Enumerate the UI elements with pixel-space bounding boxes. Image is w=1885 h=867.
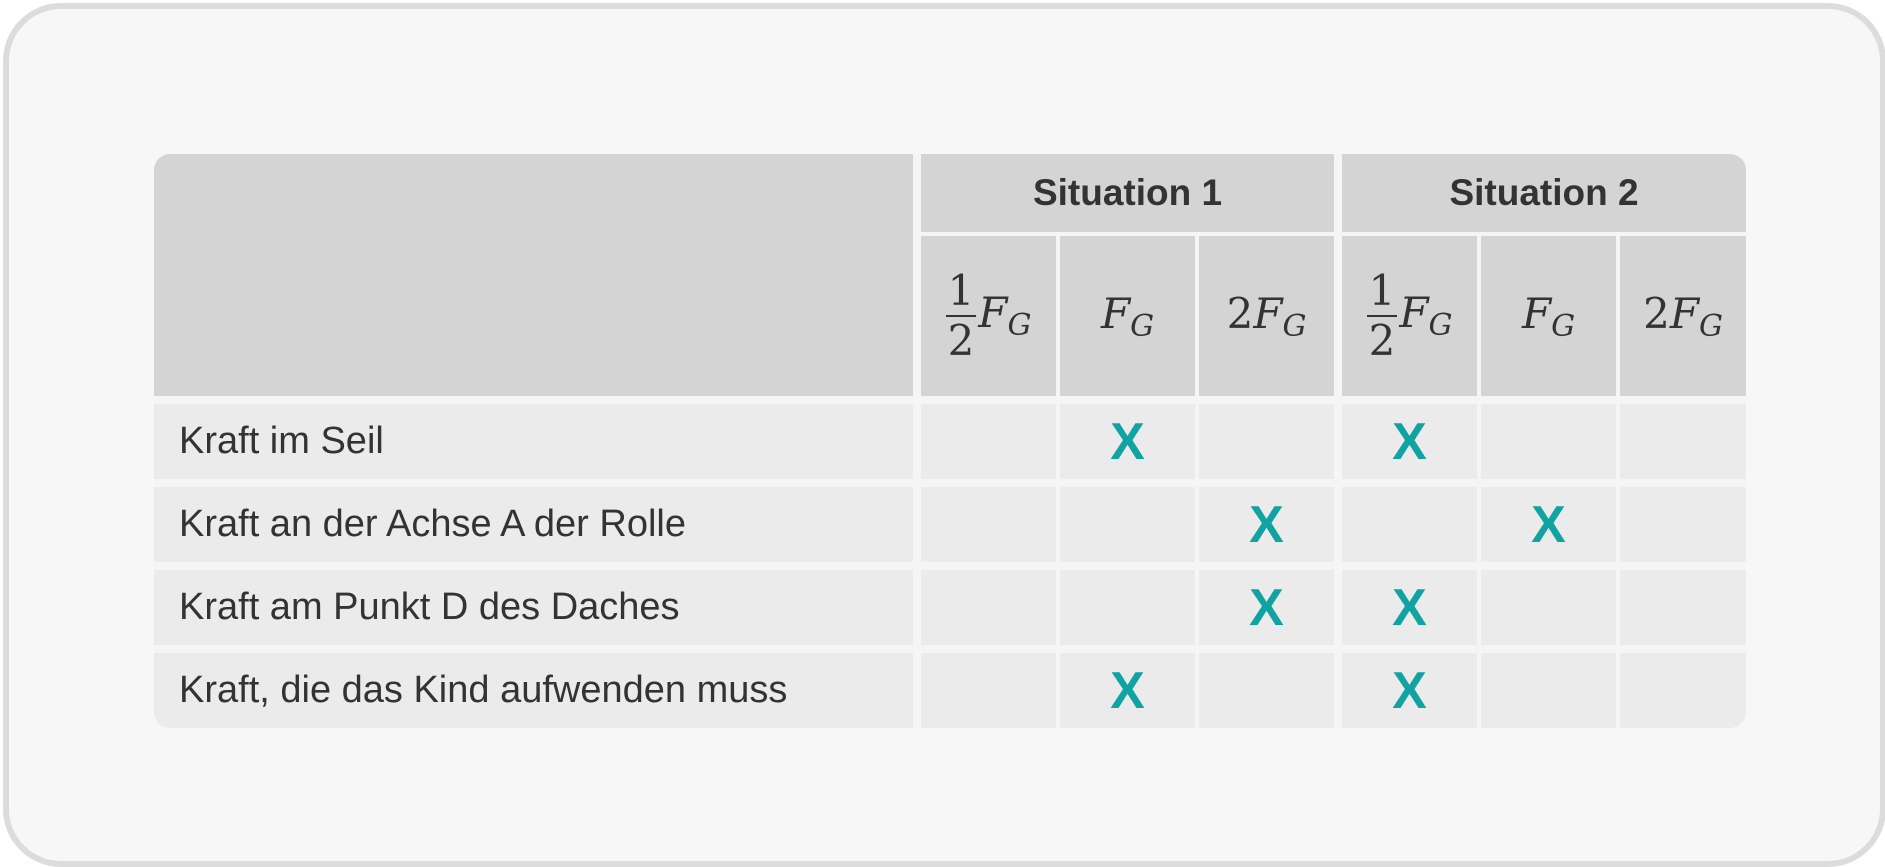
mark-cell: X [1056, 396, 1195, 479]
subscript: G [1428, 308, 1453, 343]
subscript: G [1007, 308, 1032, 343]
mark-cell: X [1334, 645, 1478, 728]
mark-cell [1195, 396, 1335, 479]
mark-cell [1616, 562, 1747, 645]
mark-cell: X [1334, 396, 1478, 479]
mark-cell: X [1195, 479, 1335, 562]
mark-cell: X [1477, 479, 1617, 562]
row-label: Kraft, die das Kind aufwenden muss [154, 645, 913, 728]
subscript: G [1130, 308, 1155, 344]
sub-header-fg: FG [1477, 232, 1617, 396]
table-row: Kraft am Punkt D des Daches X X [154, 562, 1747, 645]
mark-cell [1477, 396, 1617, 479]
table-row: Kraft, die das Kind aufwenden muss X X [154, 645, 1747, 728]
mark-cell [913, 396, 1056, 479]
fraction-denominator: 2 [947, 316, 975, 365]
subscript: G [1551, 308, 1576, 344]
variable: F [1399, 288, 1429, 337]
group-header-situation-2: Situation 2 [1334, 154, 1747, 232]
variable: F [1521, 288, 1552, 338]
mark-cell: X [1195, 562, 1335, 645]
mark-cell [1056, 479, 1195, 562]
mark-cell [913, 645, 1056, 728]
mark-cell: X [1056, 645, 1195, 728]
sub-header-fg: FG [1056, 232, 1195, 396]
header-corner [154, 154, 913, 396]
mark-cell [913, 562, 1056, 645]
fraction: 12 [945, 266, 977, 365]
sub-header-two-fg: 2FG [1616, 232, 1747, 396]
mark-cell [1616, 396, 1747, 479]
coefficient: 2 [1643, 288, 1670, 338]
table-card: Situation 1 Situation 2 1 2 FG FG 2FG 1 2 FG… [3, 3, 1885, 867]
mark-cell [913, 479, 1056, 562]
row-label: Kraft im Seil [154, 396, 913, 479]
force-table: Situation 1 Situation 2 1 2 FG FG 2FG 1 2 FG… [154, 154, 1747, 728]
variable: F [1669, 288, 1699, 338]
table-row: Kraft an der Achse A der Rolle X X [154, 479, 1747, 562]
subscript: G [1282, 308, 1307, 344]
variable: F [1253, 288, 1283, 338]
mark-cell [1616, 479, 1747, 562]
mark-cell [1616, 645, 1747, 728]
fraction-numerator: 1 [1368, 266, 1396, 315]
subscript: G [1698, 308, 1723, 344]
group-header-situation-1: Situation 1 [913, 154, 1335, 232]
coefficient: 2 [1226, 288, 1254, 338]
variable: F [978, 288, 1008, 337]
fraction-numerator: 1 [947, 266, 975, 315]
row-label: Kraft am Punkt D des Daches [154, 562, 913, 645]
sub-header-half-fg: 1 2 FG [1334, 232, 1478, 396]
mark-cell: X [1334, 562, 1478, 645]
mark-cell [1056, 562, 1195, 645]
mark-cell [1334, 479, 1478, 562]
sub-header-half-fg: 1 2 FG [913, 232, 1056, 396]
table-row: Kraft im Seil X X [154, 396, 1747, 479]
fraction-denominator: 2 [1368, 316, 1396, 365]
mark-cell [1477, 562, 1617, 645]
row-label: Kraft an der Achse A der Rolle [154, 479, 913, 562]
fraction: 12 [1366, 266, 1398, 365]
variable: F [1100, 288, 1131, 338]
mark-cell [1477, 645, 1617, 728]
sub-header-two-fg: 2FG [1195, 232, 1335, 396]
mark-cell [1195, 645, 1335, 728]
